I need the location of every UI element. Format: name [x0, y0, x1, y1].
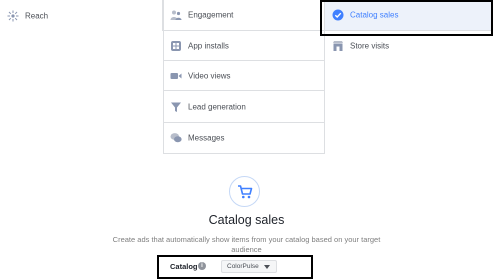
- objective-store-visits[interactable]: Store visits: [325, 31, 493, 61]
- objective-label: Messages: [188, 133, 225, 143]
- funnel-icon: [171, 102, 181, 112]
- shopping-cart-icon: [238, 185, 253, 199]
- catalog-label: Catalog: [170, 262, 198, 271]
- objective-title: Catalog sales: [208, 213, 285, 227]
- objective-video-views[interactable]: Video views: [163, 61, 325, 91]
- caret-down-icon: [264, 265, 270, 269]
- objective-lead-generation[interactable]: Lead generation: [163, 91, 325, 123]
- chat-bubbles-icon: [170, 133, 182, 143]
- store-icon: [333, 41, 343, 51]
- objective-label: Video views: [188, 71, 231, 80]
- catalog-sales-icon-badge: [229, 176, 260, 207]
- objective-engagement[interactable]: Engagement: [163, 0, 325, 31]
- column-divider: [163, 0, 164, 154]
- objective-label: Store visits: [350, 41, 390, 51]
- objective-app-installs[interactable]: App installs: [163, 31, 325, 61]
- catalog-dropdown-value: ColorPulse: [227, 263, 259, 270]
- video-camera-icon: [170, 72, 182, 79]
- reach-icon: [7, 10, 19, 21]
- objective-label: Lead generation: [188, 102, 246, 111]
- check-circle-icon: [332, 9, 344, 21]
- objective-label: Catalog sales: [350, 10, 399, 20]
- info-icon[interactable]: i: [198, 262, 206, 270]
- app-installs-icon: [171, 40, 181, 51]
- objective-label: Engagement: [188, 10, 234, 20]
- catalog-selector-row: Catalog i ColorPulse: [157, 256, 312, 278]
- objective-reach[interactable]: Reach: [0, 0, 163, 31]
- objective-label: Reach: [25, 11, 49, 20]
- objective-label: App installs: [188, 41, 229, 50]
- engagement-icon: [170, 10, 182, 20]
- objective-description: Create ads that automatically show items…: [112, 235, 381, 254]
- objective-catalog-sales[interactable]: Catalog sales: [325, 0, 493, 31]
- objective-messages[interactable]: Messages: [163, 123, 325, 154]
- catalog-dropdown[interactable]: ColorPulse: [221, 260, 277, 273]
